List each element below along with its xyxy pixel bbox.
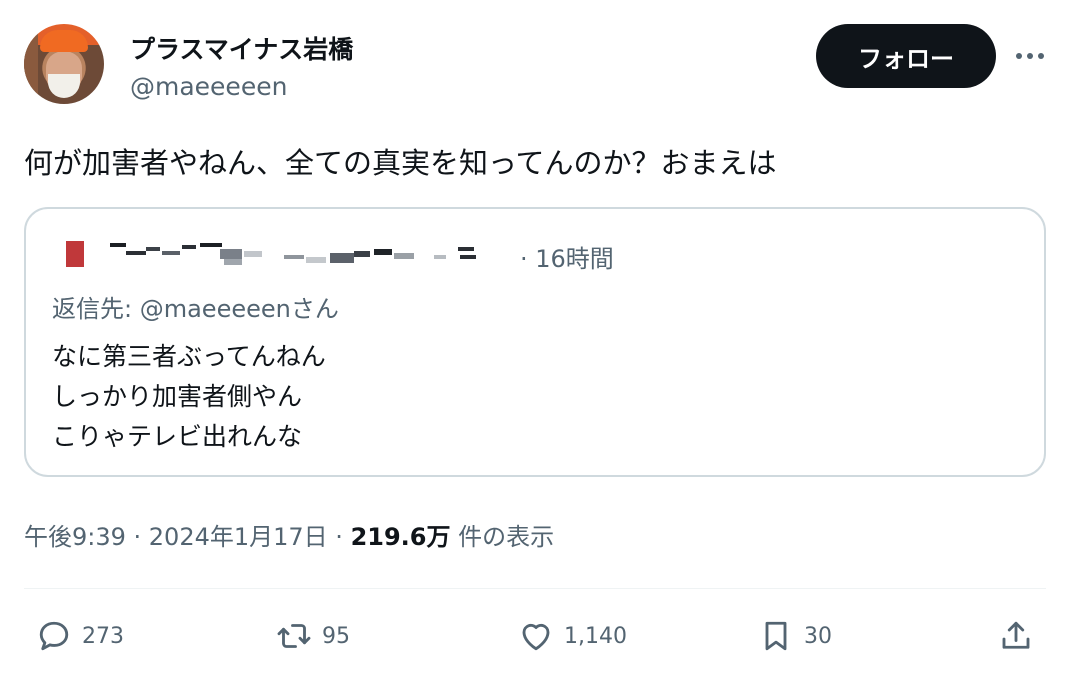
avatar-hat [40,30,88,52]
author-handle[interactable]: @maeeeeen [130,72,287,101]
quoted-time[interactable]: · 16時間 [520,239,614,274]
like-button[interactable]: 1,140 [518,616,627,656]
share-button[interactable] [998,616,1034,656]
more-options-button[interactable] [1010,38,1050,74]
share-icon [1002,621,1030,649]
reply-to-label: 返信先: @maeeeeenさん [52,295,339,323]
retweet-count: 95 [322,623,350,649]
tweet-metadata: 午後9:39 · 2024年1月17日 · 219.6万 件の表示 [24,517,554,552]
quoted-line-2: しっかり加害者側やん [52,382,303,411]
reply-button[interactable]: 273 [36,616,124,656]
avatar-background [24,24,38,104]
quoted-line-3: こりゃテレビ出れんな [52,422,303,451]
reply-icon [39,621,69,651]
author-display-name[interactable]: プラスマイナス岩橋 [130,30,353,66]
bookmark-icon [765,621,787,651]
heart-icon [522,623,550,651]
quoted-tweet[interactable]: · 16時間 返信先: @maeeeeenさん なに第三者ぶってんねん しっかり… [24,207,1046,477]
like-count: 1,140 [564,623,627,649]
reply-count: 273 [82,623,124,649]
avatar[interactable] [24,24,104,104]
redacted-author-info [66,241,476,267]
views-label: 件の表示 [450,523,555,551]
follow-button[interactable]: フォロー [816,24,996,88]
retweet-icon [277,624,311,648]
tweet-text: 何が加害者やねん、全ての真実を知ってんのか？おまえは [24,146,777,180]
retweet-button[interactable]: 95 [276,616,350,656]
avatar-beard [48,74,80,98]
bookmark-button[interactable]: 30 [758,616,832,656]
view-count: 219.6万 [350,523,451,551]
quoted-line-1: なに第三者ぶってんねん [52,342,326,371]
ellipsis-icon [1016,53,1044,59]
timestamp[interactable]: 午後9:39 · 2024年1月17日 · [24,523,351,551]
divider [24,588,1046,589]
bookmark-count: 30 [804,623,832,649]
